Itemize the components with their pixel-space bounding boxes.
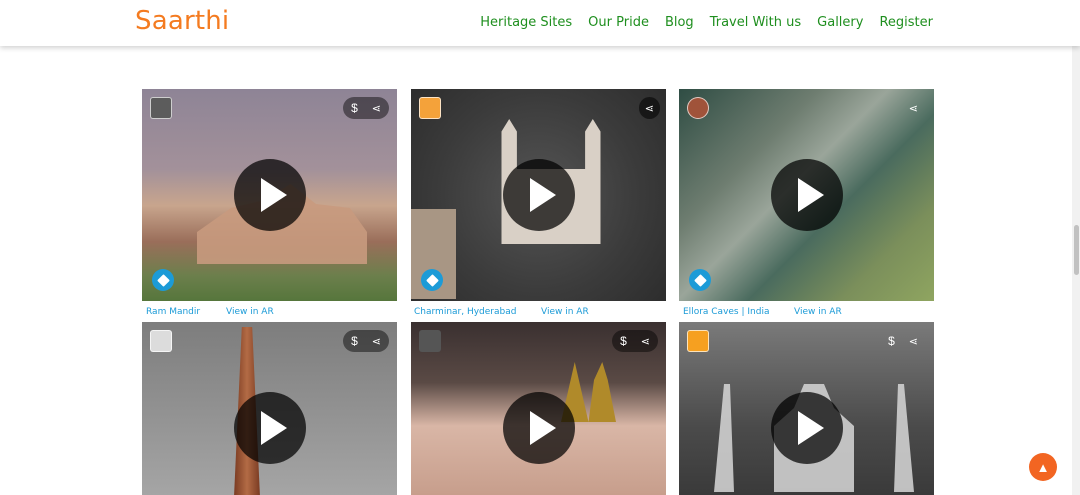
back-to-top-button[interactable]: ▲ bbox=[1029, 453, 1057, 481]
nav-blog[interactable]: Blog bbox=[665, 15, 694, 30]
arrow-up-icon: ▲ bbox=[1036, 459, 1050, 475]
share-icon[interactable]: ⋖ bbox=[372, 102, 381, 115]
nav-gallery[interactable]: Gallery bbox=[817, 15, 863, 30]
model-card-charminar[interactable]: ⋖ bbox=[411, 89, 666, 301]
card-title-ram-mandir[interactable]: Ram Mandir bbox=[146, 307, 200, 317]
price-icon[interactable]: $ bbox=[351, 101, 358, 115]
share-icon[interactable]: ⋖ bbox=[909, 102, 918, 115]
play-button[interactable] bbox=[502, 392, 575, 464]
card-actions: ⋖ bbox=[638, 97, 660, 119]
play-button[interactable] bbox=[770, 159, 843, 231]
author-avatar[interactable] bbox=[419, 330, 441, 352]
card-actions: ⋖ bbox=[901, 97, 926, 119]
model-card-ram-mandir[interactable]: $ ⋖ bbox=[142, 89, 397, 301]
model-card-taj-mahal[interactable]: $ ⋖ bbox=[679, 322, 934, 495]
nav-heritage-sites[interactable]: Heritage Sites bbox=[480, 15, 572, 30]
card-actions: $ ⋖ bbox=[880, 330, 926, 352]
play-button[interactable] bbox=[233, 159, 306, 231]
play-button[interactable] bbox=[770, 392, 843, 464]
main-nav: Heritage Sites Our Pride Blog Travel Wit… bbox=[464, 15, 933, 30]
model-card-ellora[interactable]: ⋖ bbox=[679, 89, 934, 301]
share-icon[interactable]: ⋖ bbox=[641, 335, 650, 348]
play-button[interactable] bbox=[502, 159, 575, 231]
page-scrollbar[interactable] bbox=[1072, 0, 1080, 495]
view-in-ar-link[interactable]: View in AR bbox=[541, 307, 589, 317]
author-avatar[interactable] bbox=[150, 330, 172, 352]
card-title-charminar[interactable]: Charminar, Hyderabad bbox=[414, 307, 516, 317]
ar-cube-icon[interactable] bbox=[421, 269, 443, 291]
card-title-ellora[interactable]: Ellora Caves | India bbox=[683, 307, 769, 317]
scrollbar-thumb[interactable] bbox=[1074, 225, 1079, 275]
author-avatar[interactable] bbox=[150, 97, 172, 119]
ar-cube-icon[interactable] bbox=[152, 269, 174, 291]
top-navbar: Saarthi Heritage Sites Our Pride Blog Tr… bbox=[0, 0, 1080, 46]
price-icon[interactable]: $ bbox=[351, 334, 358, 348]
view-in-ar-link[interactable]: View in AR bbox=[794, 307, 842, 317]
share-icon[interactable]: ⋖ bbox=[645, 102, 654, 115]
view-in-ar-link[interactable]: View in AR bbox=[226, 307, 274, 317]
brand-logo[interactable]: Saarthi bbox=[135, 6, 229, 36]
card-actions: $ ⋖ bbox=[612, 330, 658, 352]
nav-register[interactable]: Register bbox=[879, 15, 933, 30]
share-icon[interactable]: ⋖ bbox=[909, 335, 918, 348]
model-card-temple-complex[interactable]: $ ⋖ bbox=[411, 322, 666, 495]
author-avatar[interactable] bbox=[687, 97, 709, 119]
author-avatar[interactable] bbox=[419, 97, 441, 119]
card-actions: $ ⋖ bbox=[343, 330, 389, 352]
author-avatar[interactable] bbox=[687, 330, 709, 352]
card-actions: $ ⋖ bbox=[343, 97, 389, 119]
model-card-qutub-minar[interactable]: $ ⋖ bbox=[142, 322, 397, 495]
ar-cube-icon[interactable] bbox=[689, 269, 711, 291]
price-icon[interactable]: $ bbox=[888, 334, 895, 348]
share-icon[interactable]: ⋖ bbox=[372, 335, 381, 348]
price-icon[interactable]: $ bbox=[620, 334, 627, 348]
nav-travel-with-us[interactable]: Travel With us bbox=[710, 15, 801, 30]
nav-our-pride[interactable]: Our Pride bbox=[588, 15, 649, 30]
play-button[interactable] bbox=[233, 392, 306, 464]
